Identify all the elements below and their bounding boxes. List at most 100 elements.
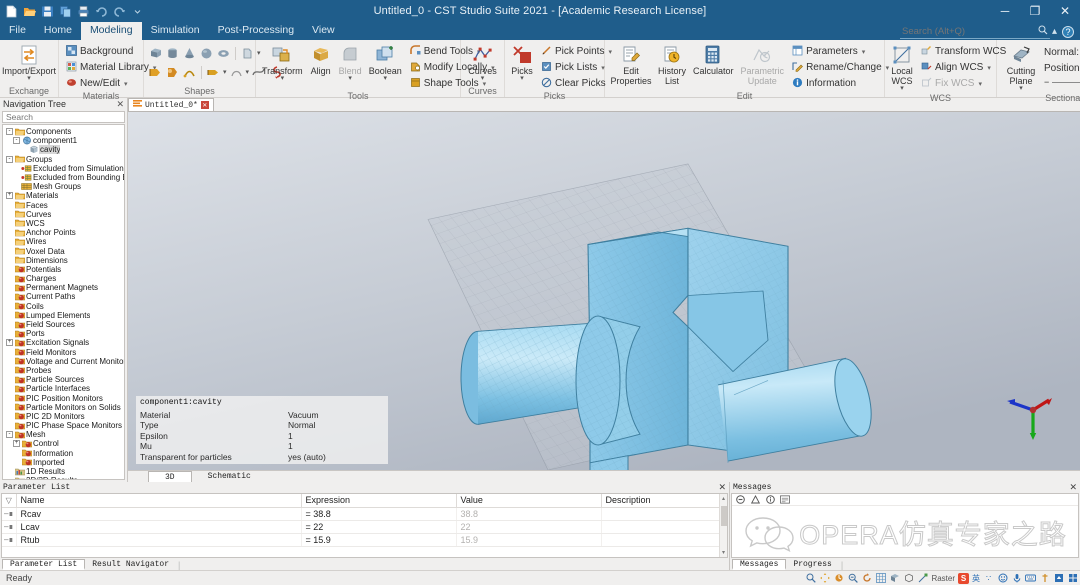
bondwire-icon[interactable]	[229, 65, 244, 80]
cutting-plane-button[interactable]: Cutting Plane ▾	[1001, 43, 1041, 93]
scroll-down-icon[interactable]: ▾	[722, 549, 725, 557]
tree-item-field-sources[interactable]: Field Sources	[3, 320, 124, 329]
tab-file[interactable]: File	[0, 22, 35, 40]
error-icon[interactable]	[735, 495, 745, 505]
tree-item-probes[interactable]: Probes	[3, 366, 124, 375]
chevron-down-icon[interactable]: ▾	[124, 80, 128, 88]
grid-icon[interactable]	[875, 573, 886, 584]
tree-item-component1[interactable]: - component1	[3, 136, 124, 145]
parameter-description[interactable]	[601, 520, 727, 534]
fix-wcs-button[interactable]: Fix WCS ▾	[918, 76, 1009, 91]
help-icon[interactable]: ?	[1062, 26, 1074, 38]
blend-button[interactable]: Blend ▾	[337, 43, 364, 83]
table-row[interactable]: –∎ Lcav = 22 22	[2, 520, 727, 534]
column-value[interactable]: Value	[456, 494, 602, 508]
extrude-icon[interactable]	[240, 46, 255, 61]
chevron-down-icon[interactable]: ▾	[987, 64, 991, 72]
parameter-table[interactable]: ▽ Name Expression Value Description –∎ Rc…	[2, 494, 727, 547]
tree-item-information[interactable]: Information	[3, 449, 124, 458]
column-description[interactable]: Description	[601, 494, 727, 508]
3d-viewport[interactable]: component1:cavity Material Vacuum Type Norm…	[128, 112, 1080, 470]
chevron-down-icon[interactable]: ▾	[246, 69, 250, 76]
tree-item-mesh[interactable]: - Mesh	[3, 430, 124, 439]
chevron-down-icon[interactable]: ▾	[27, 75, 31, 82]
table-row[interactable]: –∎ Rcav = 38.8 38.8	[2, 507, 727, 521]
tree-item-2d-3d-results[interactable]: 2D/3D Results	[3, 476, 124, 479]
sogou-logo-icon[interactable]: S	[958, 572, 969, 584]
parameter-description[interactable]	[601, 507, 727, 521]
pan-icon[interactable]	[819, 573, 830, 584]
slider-track[interactable]	[1052, 81, 1080, 83]
parameter-name[interactable]: Rcav	[16, 507, 302, 521]
minimize-button[interactable]: ─	[990, 0, 1020, 22]
messages-toolbar[interactable]	[732, 494, 1078, 506]
tree-item-excluded-from-bounding-box[interactable]: Excluded from Bounding Box	[3, 173, 124, 182]
chevron-down-icon[interactable]: ▾	[348, 75, 352, 82]
navigation-search-input[interactable]	[6, 112, 121, 122]
trace-icon[interactable]	[206, 65, 221, 80]
undo-icon[interactable]	[94, 4, 109, 19]
ime-mode-label[interactable]: 英	[972, 573, 980, 584]
filter-icon[interactable]: ▽	[2, 494, 17, 508]
parameter-name[interactable]: Rtub	[16, 533, 302, 547]
perspective-icon[interactable]	[889, 573, 900, 584]
cylinder-icon[interactable]	[165, 46, 180, 61]
close-icon[interactable]: ✕	[1069, 482, 1077, 493]
tree-item-wcs[interactable]: WCS	[3, 219, 124, 228]
boundingbox-icon[interactable]	[903, 573, 914, 584]
align-wcs-button[interactable]: Align WCS ▾	[918, 60, 1009, 75]
parameter-expression[interactable]: = 15.9	[301, 533, 457, 547]
qat-more-icon[interactable]	[130, 4, 145, 19]
tree-item-voltage-and-current-monitors[interactable]: Voltage and Current Monitors	[3, 357, 124, 366]
history-list-button[interactable]: History List	[656, 43, 688, 87]
collapse-icon[interactable]: -	[5, 127, 14, 136]
ribbon-search[interactable]: ▴	[900, 25, 1057, 39]
new-icon[interactable]	[4, 4, 19, 19]
tree-item-potentials[interactable]: Potentials	[3, 265, 124, 274]
rename-change-button[interactable]: Rename/Change ▾	[789, 60, 892, 75]
tree-item-charges[interactable]: Charges	[3, 274, 124, 283]
import-export-button[interactable]: Import/Export ▾	[2, 43, 56, 83]
tree-item-dimensions[interactable]: Dimensions	[3, 256, 124, 265]
tree-item-wires[interactable]: Wires	[3, 237, 124, 246]
parameter-table-scrollbar[interactable]: ▴ ▾	[719, 494, 727, 557]
tab-3d[interactable]: 3D	[148, 471, 192, 482]
tree-item-lumped-elements[interactable]: Lumped Elements	[3, 311, 124, 320]
warning-icon[interactable]	[750, 495, 760, 505]
chevron-down-icon[interactable]: ▾	[862, 48, 866, 56]
parameter-name[interactable]: Lcav	[16, 520, 302, 534]
table-row[interactable]: –∎ Rtub = 15.9 15.9	[2, 533, 727, 547]
tree-item-pic-position-monitors[interactable]: PIC Position Monitors	[3, 393, 124, 403]
chevron-down-icon[interactable]: ▴	[1050, 26, 1059, 37]
brick-icon[interactable]	[148, 46, 163, 61]
loft-icon[interactable]	[165, 65, 180, 80]
messages-body[interactable]: OPERA仿真专家之路	[731, 493, 1079, 558]
rotate-shape-icon[interactable]	[148, 65, 163, 80]
tab-view[interactable]: View	[303, 22, 344, 40]
messages-panel-tabs[interactable]: Messages Progress |	[730, 558, 1080, 570]
info-icon[interactable]	[765, 495, 775, 505]
tree-item-cavity[interactable]: cavity	[3, 145, 124, 155]
picks-button[interactable]: Picks ▾	[509, 43, 535, 83]
viewport-tab-bar[interactable]: 3D Schematic	[128, 470, 1080, 482]
render-mode-label[interactable]: Raster	[931, 574, 955, 583]
save-icon[interactable]	[40, 4, 55, 19]
ime-mic-icon[interactable]	[1011, 573, 1022, 584]
tree-item-faces[interactable]: Faces	[3, 201, 124, 210]
tree-item-voxel-data[interactable]: Voxel Data	[3, 246, 124, 256]
cone-icon[interactable]	[182, 46, 197, 61]
calculator-button[interactable]: Calculator	[691, 43, 736, 77]
edit-properties-button[interactable]: Edit Properties	[609, 43, 653, 87]
wcs-status-icon[interactable]	[917, 573, 928, 584]
clear-messages-icon[interactable]	[780, 495, 790, 505]
sweep-icon[interactable]	[182, 65, 197, 80]
chevron-down-icon[interactable]: ▾	[978, 80, 982, 88]
redo-icon[interactable]	[112, 4, 127, 19]
window-controls[interactable]: ─ ❐ ✕	[990, 0, 1080, 22]
curves-button[interactable]: Curves ▾	[465, 43, 500, 83]
tree-item-ports[interactable]: Ports	[3, 329, 124, 338]
navigation-search[interactable]	[2, 111, 125, 123]
zoom-window-icon[interactable]	[847, 573, 858, 584]
quick-access-toolbar[interactable]	[0, 4, 145, 19]
tab-home[interactable]: Home	[35, 22, 81, 40]
